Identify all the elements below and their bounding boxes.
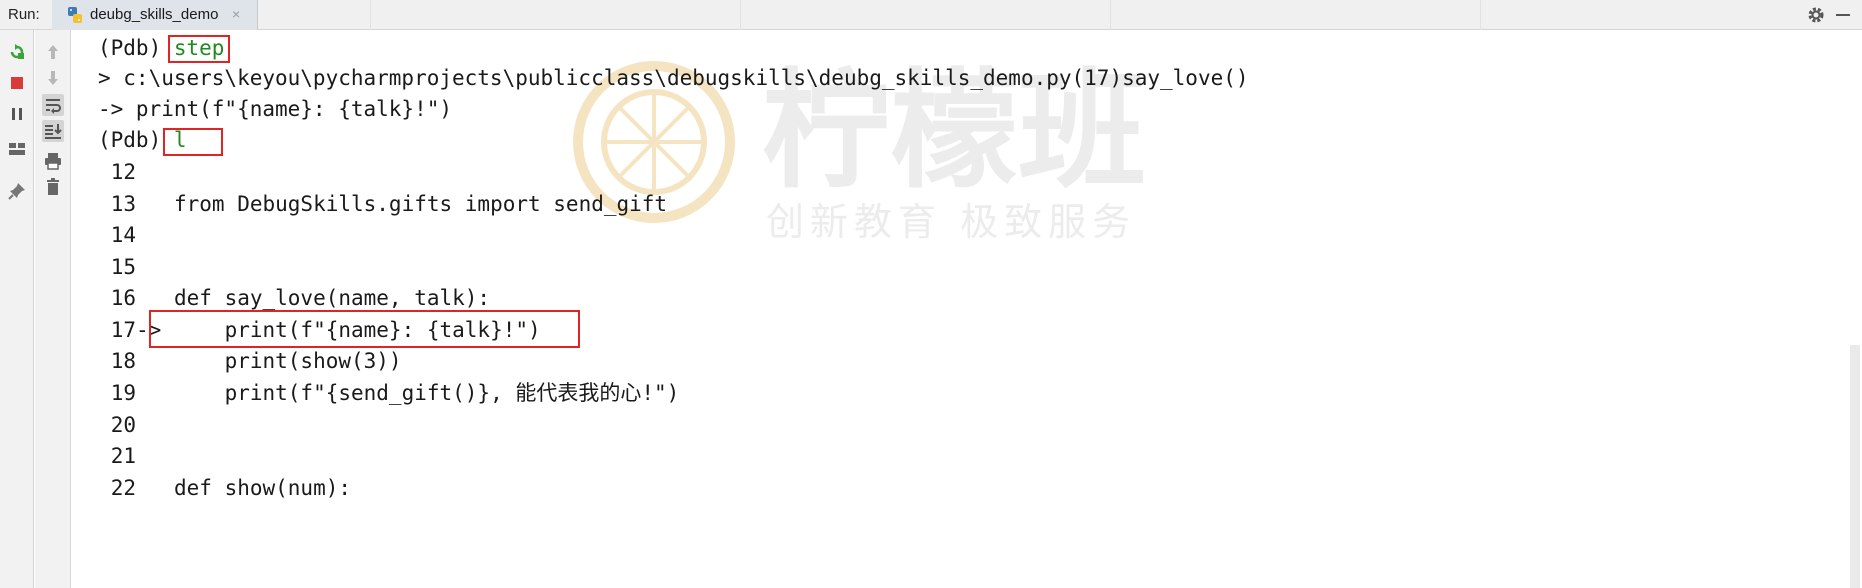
hide-icon[interactable] bbox=[1836, 14, 1850, 16]
tab-deubg-skills-demo[interactable]: deubg_skills_demo × bbox=[52, 0, 258, 30]
tab-divider bbox=[1480, 0, 1481, 30]
run-label: Run: bbox=[8, 6, 40, 23]
listing-line: 14 bbox=[98, 218, 174, 252]
stop-icon[interactable] bbox=[6, 72, 28, 94]
arrow-up-icon[interactable] bbox=[42, 41, 64, 63]
scroll-to-end-icon[interactable] bbox=[42, 120, 64, 142]
pin-icon[interactable] bbox=[6, 180, 28, 202]
listing-line: 13 from DebugSkills.gifts import send_gif… bbox=[98, 187, 667, 221]
line-number: 15 bbox=[110, 255, 136, 279]
highlight-box bbox=[168, 35, 230, 63]
listing-line: 12 bbox=[98, 155, 174, 189]
line-number: 20 bbox=[110, 413, 136, 437]
line-number: 14 bbox=[110, 223, 136, 247]
line-number: 22 bbox=[110, 476, 136, 500]
tab-divider bbox=[370, 0, 371, 30]
console-output[interactable]: 柠檬班 创新教育 极致服务 (Pdb) step > c:\users\keyo… bbox=[72, 30, 1862, 588]
pause-icon[interactable] bbox=[6, 103, 28, 125]
rerun-icon[interactable] bbox=[6, 41, 28, 63]
line-number: 12 bbox=[110, 160, 136, 184]
line-number: 17 bbox=[110, 318, 136, 342]
trash-icon[interactable] bbox=[42, 176, 64, 198]
print-icon[interactable] bbox=[42, 150, 64, 172]
run-toolbar-primary bbox=[0, 30, 34, 588]
current-line-output: -> print(f"{name}: {talk}!") bbox=[98, 97, 453, 121]
line-number: 18 bbox=[110, 349, 136, 373]
highlight-box bbox=[149, 310, 580, 348]
listing-line: 20 bbox=[98, 408, 174, 442]
line-number: 16 bbox=[110, 286, 136, 310]
listing-line: 21 bbox=[98, 439, 174, 473]
tab-divider bbox=[740, 0, 741, 30]
listing-line: 22 def show(num): bbox=[98, 471, 351, 505]
source-code: def show(num): bbox=[174, 476, 352, 500]
run-toolwindow-header: Run: deubg_skills_demo × bbox=[0, 0, 1862, 30]
gear-icon[interactable] bbox=[1806, 5, 1826, 25]
layout-icon[interactable] bbox=[6, 138, 28, 160]
listing-line: 18 print(show(3)) bbox=[98, 344, 402, 378]
source-code: print(show(3)) bbox=[174, 349, 402, 373]
line-number: 19 bbox=[110, 381, 136, 405]
line-number: 13 bbox=[110, 192, 136, 216]
line-number: 21 bbox=[110, 444, 136, 468]
listing-line: 15 bbox=[98, 250, 174, 284]
pdb-prompt: (Pdb) bbox=[98, 36, 174, 60]
listing-line: 19 print(f"{send_gift()}, 能代表我的心!") bbox=[98, 376, 680, 410]
source-code: def say_love(name, talk): bbox=[174, 286, 491, 310]
location-line: > c:\users\keyou\pycharmprojects\publicc… bbox=[98, 66, 1249, 90]
tab-divider bbox=[1110, 0, 1111, 30]
source-code: print(f"{send_gift()}, 能代表我的心!") bbox=[174, 381, 680, 405]
python-icon bbox=[68, 7, 82, 23]
close-icon[interactable]: × bbox=[232, 6, 240, 22]
highlight-box bbox=[163, 128, 223, 156]
source-code: from DebugSkills.gifts import send_gift bbox=[174, 192, 668, 216]
run-toolbar-secondary bbox=[35, 30, 71, 588]
soft-wrap-icon[interactable] bbox=[42, 94, 64, 116]
arrow-down-icon[interactable] bbox=[42, 67, 64, 89]
watermark-subtitle: 创新教育 极致服务 bbox=[766, 200, 1136, 244]
tab-title: deubg_skills_demo bbox=[90, 6, 219, 23]
console-scrollbar[interactable] bbox=[1850, 345, 1860, 588]
